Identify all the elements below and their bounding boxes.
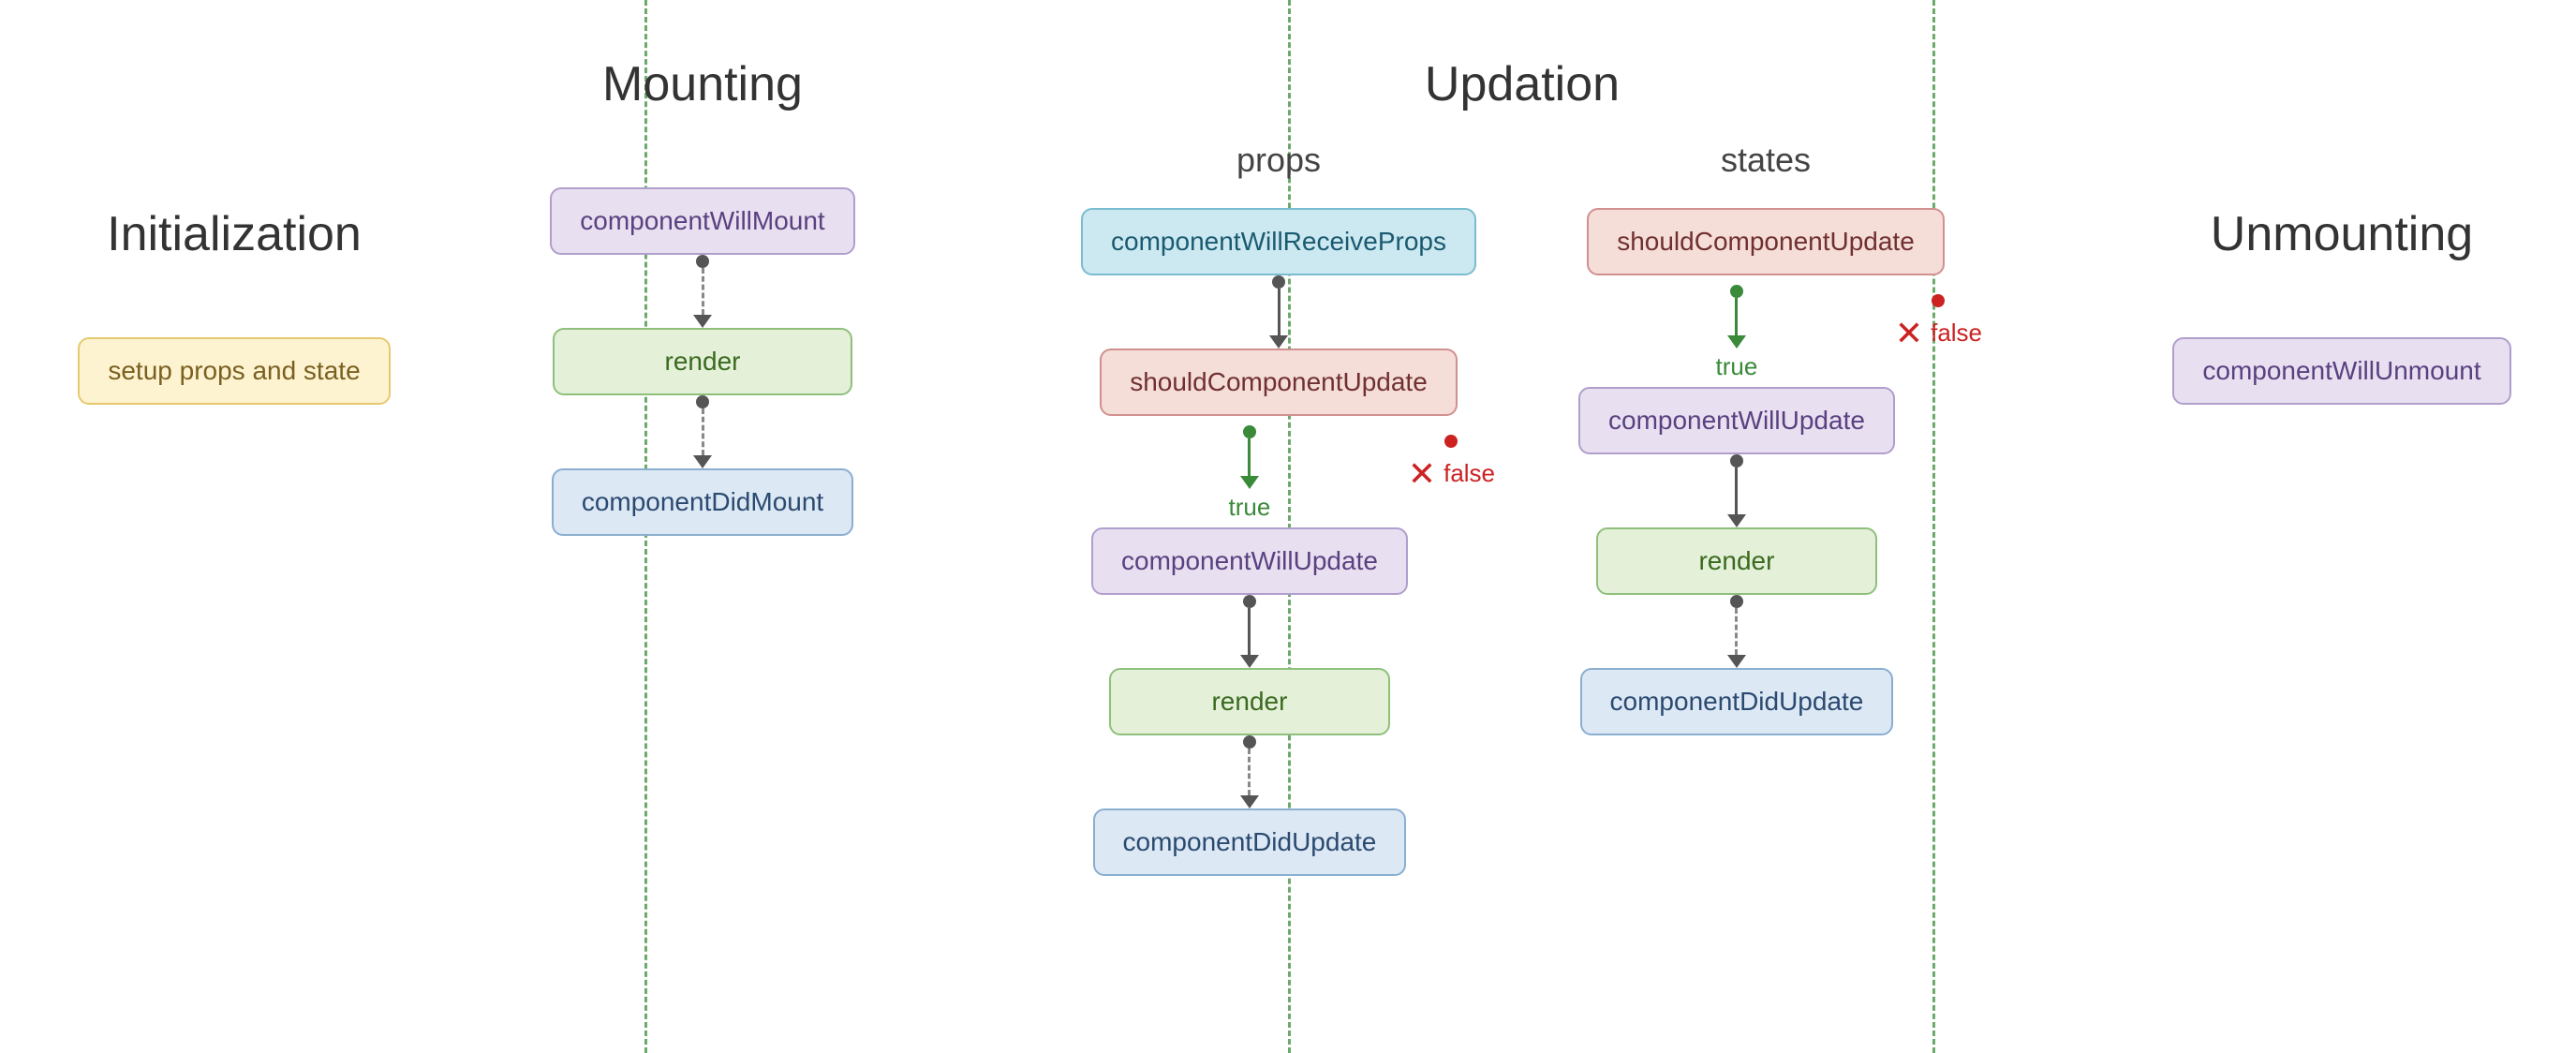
box-render-props: render (1109, 668, 1390, 735)
box-componentDidUpdate-states: componentDidUpdate (1580, 668, 1894, 735)
dot-2 (696, 395, 709, 408)
title-mounting: Mounting (602, 56, 803, 112)
connector-states-2 (1727, 595, 1746, 668)
dot-1 (696, 255, 709, 268)
connector-1 (693, 255, 712, 328)
dot-props-3 (1243, 735, 1256, 749)
arrow-props-3 (1240, 795, 1259, 808)
diagram-container: Initialization setup props and state Mou… (0, 0, 2576, 1053)
connector-props-2 (1240, 595, 1259, 668)
connector-props-3 (1240, 735, 1259, 808)
line-2 (702, 408, 704, 455)
box-shouldComponentUpdate-states: shouldComponentUpdate (1587, 208, 1945, 275)
states-column: states shouldComponentUpdate true compon… (1578, 141, 1953, 876)
arrow-props-true (1240, 476, 1259, 489)
box-setup-props-state: setup props and state (78, 337, 390, 405)
box-render-mount: render (553, 328, 852, 395)
line-states-1 (1735, 467, 1738, 514)
section-updation: Updation props componentWillReceiveProps… (937, 0, 2108, 1053)
connector-states-1 (1727, 454, 1746, 527)
line-props-1 (1278, 289, 1281, 335)
x-mark-props: ✕ (1408, 457, 1436, 491)
section-unmounting: Unmounting componentWillUnmount (2108, 0, 2576, 1053)
props-label: props (1236, 141, 1321, 180)
box-componentDidMount: componentDidMount (552, 468, 853, 536)
box-render-states: render (1596, 527, 1877, 595)
box-componentWillUpdate-states: componentWillUpdate (1578, 387, 1895, 454)
states-label: states (1721, 141, 1811, 180)
box-componentWillUpdate-props: componentWillUpdate (1091, 527, 1408, 595)
arrow-2 (693, 455, 712, 468)
box-componentDidUpdate-props: componentDidUpdate (1093, 808, 1407, 876)
arrow-states-true (1727, 335, 1746, 349)
dot-states-2 (1730, 595, 1743, 608)
dot-props-false (1444, 435, 1458, 448)
label-false-states: false (1931, 319, 1982, 348)
title-updation: Updation (1425, 56, 1620, 112)
arrow-props-2 (1240, 655, 1259, 668)
dot-states-true (1730, 285, 1743, 298)
box-componentWillReceiveProps: componentWillReceiveProps (1081, 208, 1476, 275)
line-1 (702, 268, 704, 315)
arrow-1 (693, 315, 712, 328)
label-true-states: true (1716, 352, 1758, 381)
update-columns: props componentWillReceiveProps shouldCo… (937, 141, 2108, 876)
label-true-props: true (1229, 493, 1271, 522)
dot-props-2 (1243, 595, 1256, 608)
box-componentWillMount: componentWillMount (550, 187, 854, 255)
arrow-states-1 (1727, 514, 1746, 527)
line-props-true (1248, 438, 1251, 476)
line-states-2 (1735, 608, 1738, 655)
box-componentWillUnmount: componentWillUnmount (2172, 337, 2510, 405)
line-states-true (1735, 298, 1738, 335)
section-mounting: Mounting componentWillMount render compo… (468, 0, 937, 1053)
x-mark-states: ✕ (1895, 317, 1923, 350)
arrow-props-1 (1269, 335, 1288, 349)
dot-props-1 (1272, 275, 1285, 289)
line-props-3 (1248, 749, 1251, 795)
dot-props-true (1243, 425, 1256, 438)
line-props-2 (1248, 608, 1251, 655)
label-false-props: false (1443, 459, 1495, 488)
dot-states-false (1932, 294, 1945, 307)
arrow-states-2 (1727, 655, 1746, 668)
props-column: props componentWillReceiveProps shouldCo… (1091, 141, 1466, 876)
dot-states-1 (1730, 454, 1743, 467)
connector-props-1 (1269, 275, 1288, 349)
connector-2 (693, 395, 712, 468)
title-initialization: Initialization (107, 206, 362, 262)
box-shouldComponentUpdate-props: shouldComponentUpdate (1100, 349, 1458, 416)
section-initialization: Initialization setup props and state (0, 0, 468, 1053)
title-unmounting: Unmounting (2211, 206, 2473, 262)
